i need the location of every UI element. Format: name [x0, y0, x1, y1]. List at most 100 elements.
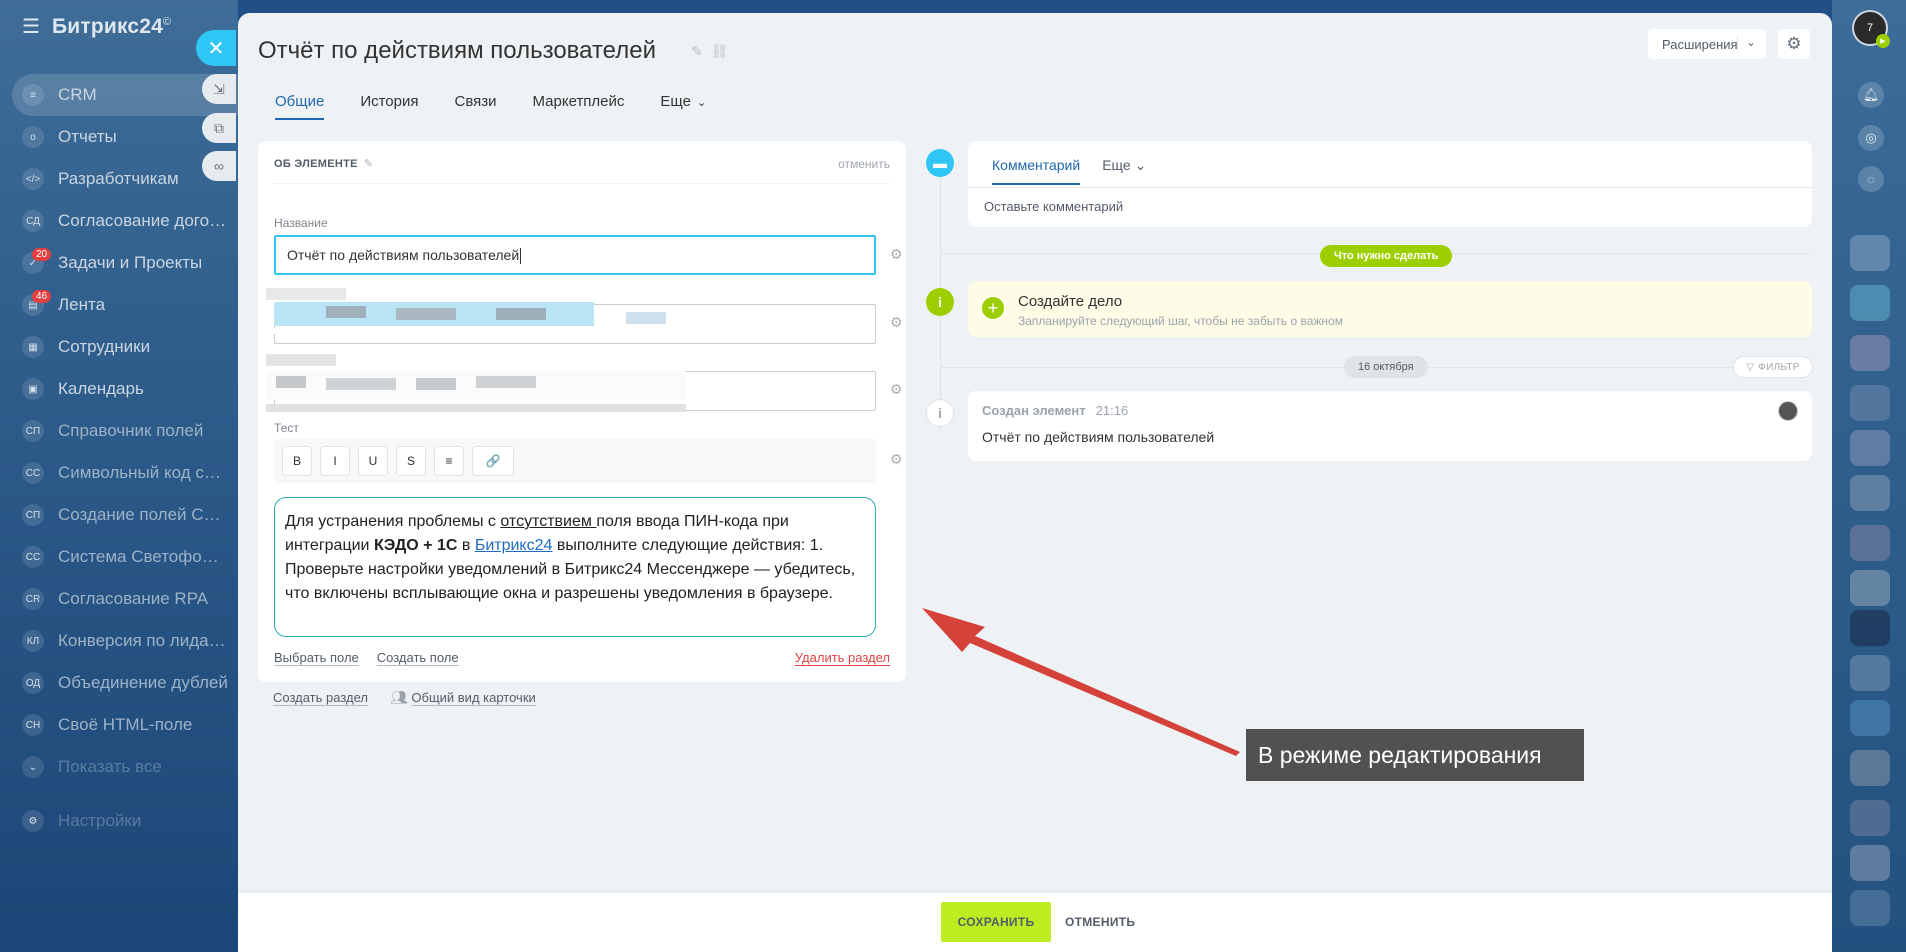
gear-icon[interactable]: ⚙: [890, 381, 903, 398]
author-avatar[interactable]: [1778, 401, 1798, 421]
italic-button[interactable]: I: [320, 446, 350, 476]
people-icon: 👥︎: [389, 689, 408, 705]
close-slider-button[interactable]: ✕: [196, 30, 236, 66]
contact-avatar[interactable]: [1850, 525, 1890, 561]
contact-avatar[interactable]: [1850, 845, 1890, 881]
tab-history[interactable]: История: [360, 93, 418, 120]
bold-button[interactable]: B: [282, 446, 312, 476]
chevron-down-icon: ⌄: [696, 97, 707, 109]
title-actions: ✎ ⛓: [691, 43, 729, 60]
sidebar-item-employees[interactable]: ▦ Сотрудники: [12, 326, 238, 368]
contact-avatar[interactable]: [1850, 235, 1890, 271]
contact-avatar[interactable]: [1850, 385, 1890, 421]
contact-avatar[interactable]: [1850, 285, 1890, 321]
contact-avatar[interactable]: [1850, 655, 1890, 691]
contact-avatar[interactable]: [1850, 430, 1890, 466]
chevron-down-icon: ⌄: [1745, 35, 1756, 49]
copy-link-button[interactable]: ∞: [202, 151, 236, 181]
sidebar-item-traffic-light[interactable]: СС Система Светофор CRM: [12, 536, 238, 578]
todo-box[interactable]: + Создайте дело Запланируйте следующий ш…: [968, 281, 1812, 337]
sidebar-item-calendar[interactable]: ▣ Календарь: [12, 368, 238, 410]
sidebar-item-rpa[interactable]: СR Согласование RPA: [12, 578, 238, 620]
calendar-icon: ▣: [22, 378, 44, 400]
app-icon: СR: [22, 588, 44, 610]
contact-avatar[interactable]: [1850, 800, 1890, 836]
sidebar-item-feed[interactable]: ▤ 46 Лента: [12, 284, 238, 326]
sidebar-item-duplicates[interactable]: ОД Объединение дублей: [12, 662, 238, 704]
created-event: Создан элемент 21:16 Отчёт по действиям п…: [968, 391, 1812, 461]
pixelated-region: [266, 354, 686, 416]
gear-icon[interactable]: ⚙: [890, 314, 903, 331]
contact-avatar[interactable]: [1850, 475, 1890, 511]
pencil-icon[interactable]: ✎: [691, 43, 703, 60]
delete-section-link[interactable]: Удалить раздел: [795, 650, 890, 665]
sidebar-item-settings[interactable]: ⚙ Настройки: [12, 800, 238, 842]
contact-avatar[interactable]: [1850, 890, 1890, 926]
extensions-button[interactable]: Расширения ⌄: [1648, 29, 1766, 59]
sidebar-item-symbol-code[interactable]: СС Символьный код спра...: [12, 452, 238, 494]
todo-title: Создайте дело: [1018, 293, 1123, 310]
choose-field-link[interactable]: Выбрать поле: [274, 650, 359, 665]
sidebar-item-tasks[interactable]: ✓ 20 Задачи и Проекты: [12, 242, 238, 284]
sidebar-item-label: Конверсия по лидам ...: [58, 631, 228, 650]
sidebar-item-fields[interactable]: СП Справочник полей: [12, 410, 238, 452]
gear-icon[interactable]: ⚙: [890, 246, 903, 263]
link-icon[interactable]: ⛓: [711, 43, 729, 60]
section-cancel-link[interactable]: отменить: [838, 157, 890, 171]
sidebar-item-label: Показать все: [58, 757, 162, 776]
create-section-link[interactable]: Создать раздел: [273, 690, 368, 705]
employees-icon: ▦: [22, 336, 44, 358]
save-bar: СОХРАНИТЬ ОТМЕНИТЬ: [238, 893, 1832, 952]
menu-icon[interactable]: ☰: [22, 14, 40, 39]
test-field-label: Тест: [274, 421, 299, 435]
editor-link[interactable]: Битрикс24: [475, 537, 553, 554]
name-input[interactable]: Отчёт по действиям пользователей: [274, 235, 876, 275]
plus-icon[interactable]: +: [982, 297, 1004, 319]
sidebar-item-html-field[interactable]: СН Своё HTML-поле: [12, 704, 238, 746]
rich-text-editor[interactable]: Для устранения проблемы с отсутствием по…: [274, 497, 876, 637]
comment-input[interactable]: Оставьте комментарий: [984, 199, 1123, 214]
list-button[interactable]: ≡: [434, 446, 464, 476]
tab-relations[interactable]: Связи: [455, 93, 497, 120]
contact-avatar[interactable]: [1850, 750, 1890, 786]
left-sidebar: ☰ Битрикс24© ≡ CRM o Отчеты </> Разработчик…: [0, 0, 238, 952]
tab-marketplace[interactable]: Маркетплейс: [533, 93, 625, 120]
save-button[interactable]: СОХРАНИТЬ: [941, 902, 1051, 942]
sidebar-item-contract[interactable]: СД Согласование договора: [12, 200, 238, 242]
card-footer-links: Выбрать поле Создать поле: [274, 650, 459, 665]
insert-link-button[interactable]: 🔗: [472, 446, 514, 476]
bell-icon[interactable]: 🔔︎: [1858, 82, 1884, 108]
settings-button[interactable]: ⚙: [1778, 29, 1810, 59]
strikethrough-button[interactable]: S: [396, 446, 426, 476]
contact-avatar[interactable]: [1850, 700, 1890, 736]
tab-more[interactable]: Еще ⌄: [1102, 157, 1146, 185]
gear-icon[interactable]: ⚙: [890, 451, 903, 468]
contact-avatar[interactable]: [1850, 335, 1890, 371]
divider: [1737, 36, 1738, 52]
minimize-button[interactable]: ⇲: [202, 74, 236, 104]
underline-button[interactable]: U: [358, 446, 388, 476]
sidebar-item-show-all[interactable]: ⌄ Показать все: [12, 746, 238, 788]
contact-avatar[interactable]: [1850, 610, 1890, 646]
sidebar-item-crm-fields[interactable]: СП Создание полей CRM: [12, 494, 238, 536]
contact-avatar[interactable]: [1850, 570, 1890, 606]
tab-more[interactable]: Еще ⌄: [660, 93, 706, 120]
tab-general[interactable]: Общие: [275, 93, 325, 120]
chat-icon[interactable]: ◌: [1858, 166, 1884, 192]
sidebar-item-label: Система Светофор CRM: [58, 547, 228, 566]
tab-comment[interactable]: Комментарий: [992, 157, 1081, 185]
sidebar-item-conversion[interactable]: КЛ Конверсия по лидам ...: [12, 620, 238, 662]
create-field-link[interactable]: Создать поле: [377, 650, 459, 665]
app-icon: СН: [22, 714, 44, 736]
brand-name: Битрикс24©: [51, 14, 172, 38]
sidebar-item-label: Сотрудники: [58, 337, 151, 356]
filter-button[interactable]: ▽ ФИЛЬТР: [1733, 356, 1813, 378]
card-view-link[interactable]: 👥︎ Общий вид карточки: [390, 689, 536, 706]
spiral-icon[interactable]: ◎: [1858, 125, 1884, 151]
open-new-window-button[interactable]: ⧉: [202, 113, 236, 143]
user-avatar[interactable]: 7 ▶: [1852, 10, 1890, 48]
created-text: Отчёт по действиям пользователей: [982, 429, 1215, 445]
sidebar-item-label: Лента: [58, 295, 106, 314]
cancel-button[interactable]: ОТМЕНИТЬ: [1065, 902, 1135, 942]
pencil-icon[interactable]: ✎: [364, 158, 374, 170]
